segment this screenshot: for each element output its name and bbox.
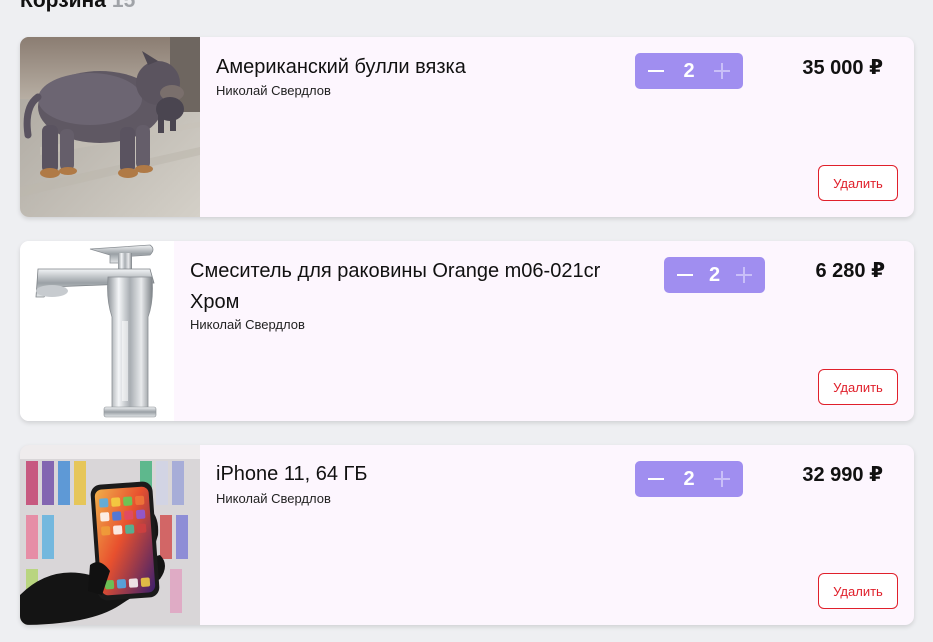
seller-name[interactable]: Николай Свердлов bbox=[190, 317, 305, 333]
cart-header: Корзина 15 bbox=[20, 0, 135, 14]
product-title[interactable]: Американский булли вязка bbox=[216, 52, 616, 83]
quantity-value: 2 bbox=[708, 264, 721, 286]
smartphone-photo-icon bbox=[20, 445, 200, 625]
plus-icon[interactable] bbox=[713, 470, 731, 488]
product-title[interactable]: iPhone 11, 64 ГБ bbox=[216, 459, 616, 490]
product-image[interactable] bbox=[20, 241, 174, 421]
seller-name[interactable]: Николай Свердлов bbox=[216, 491, 331, 507]
quantity-stepper: 2 bbox=[635, 461, 743, 497]
cart-count: 15 bbox=[111, 0, 136, 12]
minus-icon[interactable] bbox=[647, 470, 665, 488]
cart-item: Американский булли вязка Николай Свердло… bbox=[20, 37, 914, 217]
quantity-value: 2 bbox=[683, 468, 695, 490]
seller-name[interactable]: Николай Свердлов bbox=[216, 83, 331, 99]
quantity-stepper: 2 bbox=[635, 53, 743, 89]
minus-icon[interactable] bbox=[647, 62, 665, 80]
product-image[interactable] bbox=[20, 445, 200, 625]
product-image[interactable] bbox=[20, 37, 200, 217]
cart-item: Смеситель для раковины Orange m06-021cr … bbox=[20, 241, 914, 421]
plus-icon[interactable] bbox=[713, 62, 731, 80]
minus-icon[interactable] bbox=[676, 266, 694, 284]
delete-button[interactable]: Удалить bbox=[818, 369, 898, 405]
page-title: Корзина bbox=[20, 0, 106, 12]
product-title[interactable]: Смеситель для раковины Orange m06-021cr … bbox=[190, 256, 610, 318]
dog-photo-icon bbox=[20, 37, 200, 217]
product-price: 6 280 ₽ bbox=[815, 260, 885, 282]
cart-item: iPhone 11, 64 ГБ Николай Свердлов 2 32 9… bbox=[20, 445, 914, 625]
quantity-value: 2 bbox=[683, 60, 695, 82]
plus-icon[interactable] bbox=[735, 266, 753, 284]
product-price: 35 000 ₽ bbox=[802, 57, 883, 79]
delete-button[interactable]: Удалить bbox=[818, 165, 898, 201]
delete-button[interactable]: Удалить bbox=[818, 573, 898, 609]
faucet-photo-icon bbox=[20, 241, 174, 421]
quantity-stepper: 2 bbox=[664, 257, 765, 293]
product-price: 32 990 ₽ bbox=[802, 464, 883, 486]
